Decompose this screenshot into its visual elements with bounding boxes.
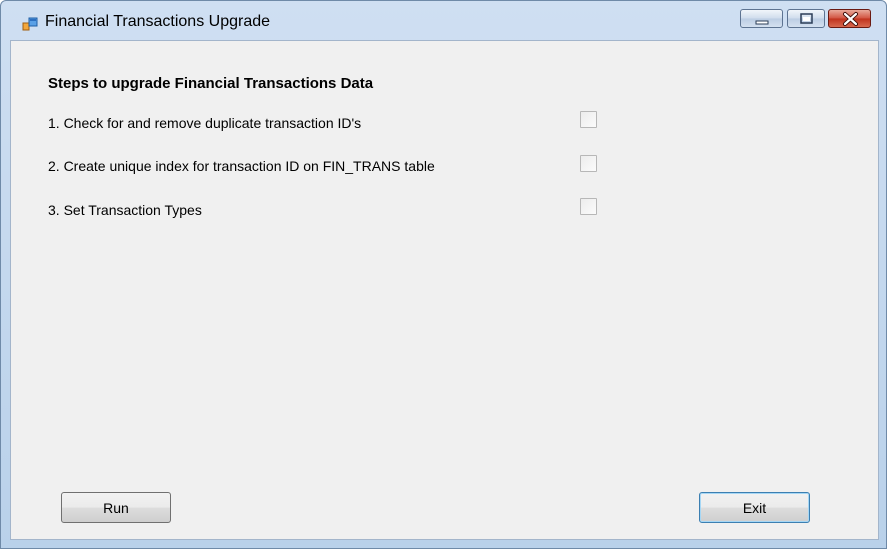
exit-button[interactable]: Exit (699, 492, 810, 523)
title-bar[interactable]: Financial Transactions Upgrade (1, 1, 886, 31)
steps-heading: Steps to upgrade Financial Transactions … (48, 75, 374, 92)
step-2-label: 2. Create unique index for transaction I… (48, 158, 435, 174)
window-title: Financial Transactions Upgrade (45, 13, 271, 30)
minimize-icon (755, 20, 769, 25)
maximize-button[interactable] (787, 9, 825, 28)
step-1-checkbox[interactable] (580, 111, 597, 128)
minimize-button[interactable] (740, 9, 783, 28)
step-1-label: 1. Check for and remove duplicate transa… (48, 115, 362, 131)
step-3-label: 3. Set Transaction Types (48, 202, 202, 218)
step-3-checkbox[interactable] (580, 198, 597, 215)
form-designer-icon (22, 16, 38, 32)
close-icon (843, 12, 858, 26)
close-button[interactable] (828, 9, 871, 28)
step-2-checkbox[interactable] (580, 155, 597, 172)
maximize-icon (800, 13, 813, 24)
run-button[interactable]: Run (61, 492, 171, 523)
app-window: Financial Transactions Upgrade Steps to … (0, 0, 887, 549)
form-client-area: Steps to upgrade Financial Transactions … (10, 40, 879, 540)
